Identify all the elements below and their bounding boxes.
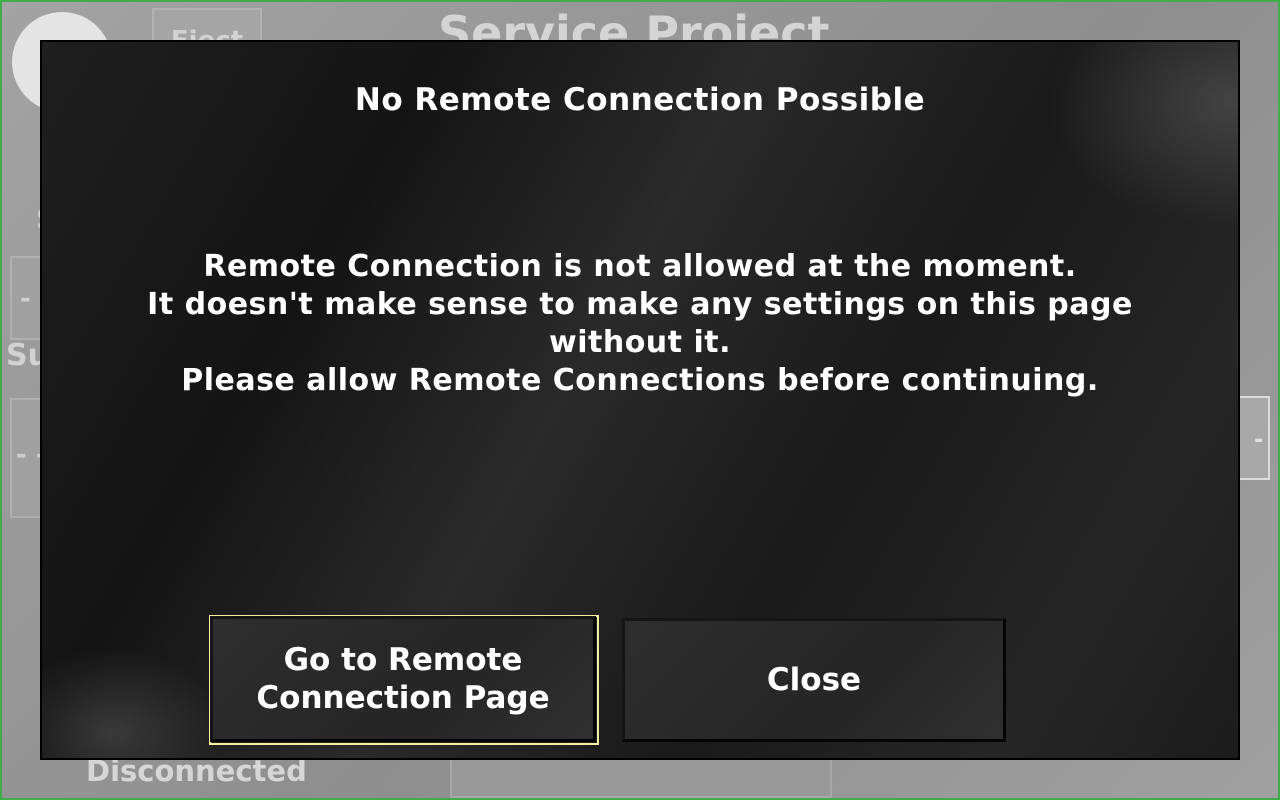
dialog-message-line: without it. <box>549 325 731 360</box>
dialog-message-line: It doesn't make sense to make any settin… <box>147 287 1133 322</box>
go-to-remote-button-label-line2: Connection Page <box>256 680 550 716</box>
right-panel-field-value: - <box>1254 428 1264 453</box>
go-to-remote-button-label-line1: Go to Remote <box>283 642 523 678</box>
dialog-message-line: Remote Connection is not allowed at the … <box>203 249 1077 284</box>
go-to-remote-connection-page-button[interactable]: Go to Remote Connection Page <box>210 616 596 742</box>
close-button-label: Close <box>766 662 862 698</box>
close-button[interactable]: Close <box>622 618 1006 742</box>
dialog-message-line: Please allow Remote Connections before c… <box>181 363 1099 398</box>
no-remote-connection-dialog: No Remote Connection Possible Remote Con… <box>40 40 1240 760</box>
dialog-title: No Remote Connection Possible <box>354 82 926 118</box>
bottom-panel-field <box>450 758 832 798</box>
go-to-remote-button-label: Go to Remote Connection Page <box>256 641 549 717</box>
dialog-message: Remote Connection is not allowed at the … <box>82 248 1198 400</box>
left-panel-field-1-value: - <box>20 284 31 314</box>
